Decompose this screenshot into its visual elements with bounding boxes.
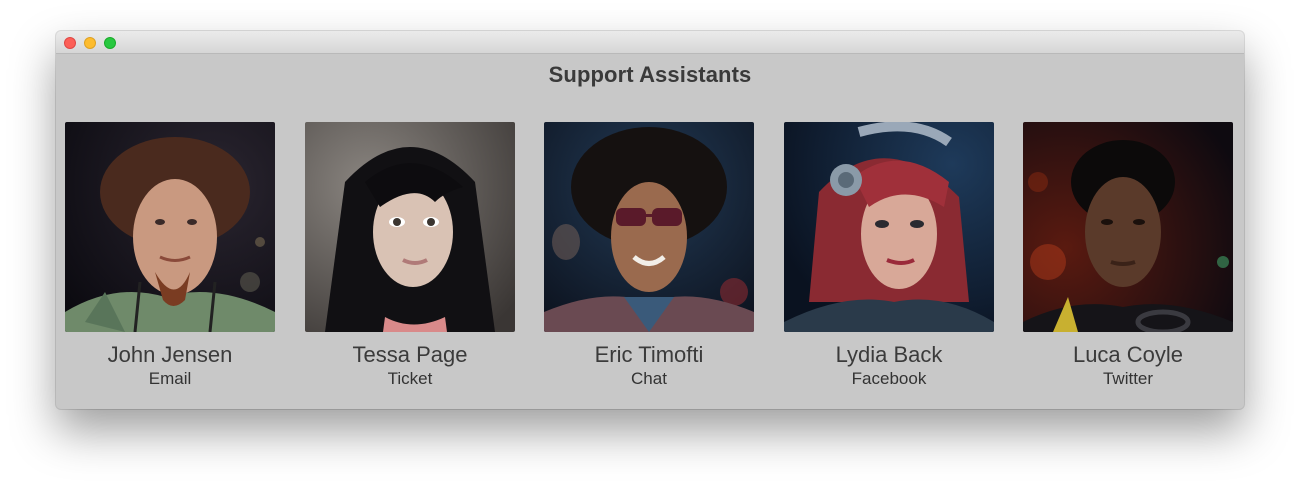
avatar-eric-timofti — [544, 122, 754, 332]
assistant-channel: Facebook — [851, 369, 927, 388]
assistant-channel: Email — [148, 369, 192, 388]
assistant-channel: Ticket — [387, 369, 433, 388]
assistant-name: John Jensen — [107, 342, 233, 367]
close-window-button[interactable] — [64, 37, 76, 49]
avatar-lydia-back — [784, 122, 994, 332]
assistant-name: Tessa Page — [352, 342, 468, 367]
page-title: Support Assistants — [548, 62, 752, 87]
avatar-luca-coyle — [1023, 122, 1233, 332]
assistant-channel: Twitter — [1102, 369, 1154, 388]
avatar-tessa-page — [305, 122, 515, 332]
assistant-card-luca-coyle[interactable]: Luca Coyle Twitter — [1023, 122, 1233, 389]
assistant-name: Eric Timofti — [594, 342, 704, 367]
assistant-channel: Chat — [631, 369, 667, 388]
assistant-list: John Jensen Email Tessa Page Ticket Eric… — [65, 122, 1235, 402]
window-titlebar[interactable] — [56, 31, 1244, 54]
app-window: Support Assistants John Jensen Email Tes… — [56, 31, 1244, 409]
assistant-card-eric-timofti[interactable]: Eric Timofti Chat — [544, 122, 754, 389]
assistant-name: Lydia Back — [835, 342, 943, 367]
avatar-john-jensen — [65, 122, 275, 332]
assistant-card-tessa-page[interactable]: Tessa Page Ticket — [305, 122, 515, 389]
assistant-name: Luca Coyle — [1072, 342, 1184, 367]
assistant-card-john-jensen[interactable]: John Jensen Email — [65, 122, 275, 389]
assistant-card-lydia-back[interactable]: Lydia Back Facebook — [784, 122, 994, 389]
minimize-window-button[interactable] — [84, 37, 96, 49]
zoom-window-button[interactable] — [104, 37, 116, 49]
